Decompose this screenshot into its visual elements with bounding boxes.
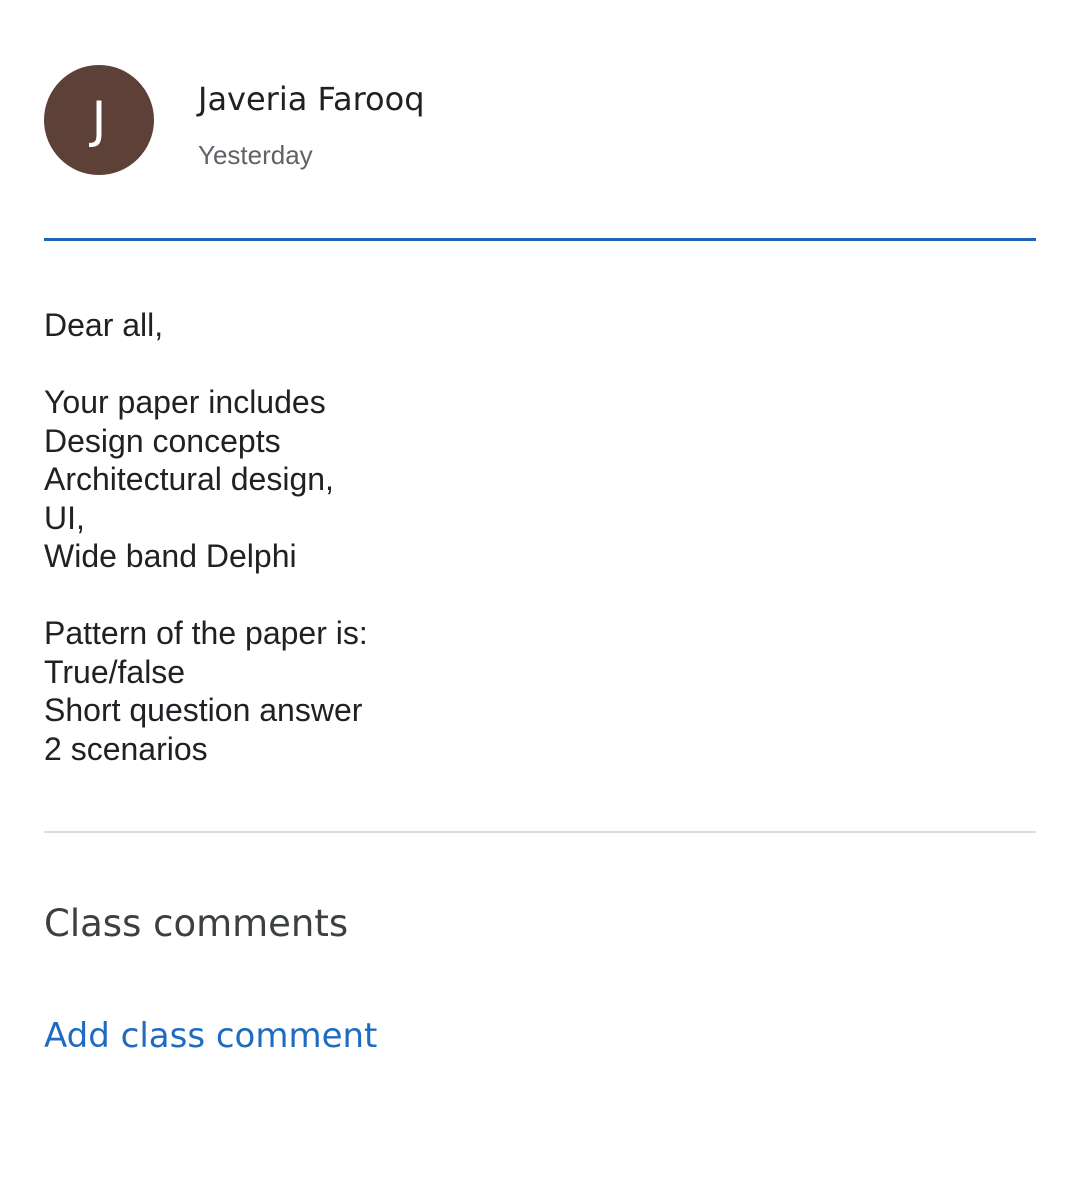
pattern-line: True/false bbox=[44, 653, 186, 690]
topics-line: UI, bbox=[44, 499, 85, 536]
class-comments-heading: Class comments bbox=[44, 902, 349, 945]
topics-line: Architectural design, bbox=[44, 461, 334, 497]
topics-paragraph: Your paper includes Design concepts Arch… bbox=[44, 383, 1036, 576]
topics-line: Wide band Delphi bbox=[44, 538, 297, 574]
author-name: Javeria Farooq bbox=[198, 80, 425, 118]
avatar-initial: J bbox=[91, 91, 107, 149]
comments-divider bbox=[44, 831, 1036, 833]
pattern-line: Short question answer bbox=[44, 692, 363, 728]
pattern-paragraph: Pattern of the paper is: True/false Shor… bbox=[44, 614, 1036, 768]
pattern-line: Pattern of the paper is: bbox=[44, 615, 368, 651]
greeting-line: Dear all, bbox=[44, 307, 164, 343]
avatar[interactable]: J bbox=[44, 65, 154, 175]
topics-line: Your paper includes bbox=[44, 384, 326, 420]
greeting-paragraph: Dear all, bbox=[44, 306, 1036, 345]
post-body: Dear all, Your paper includes Design con… bbox=[44, 306, 1036, 768]
add-class-comment-button[interactable]: Add class comment bbox=[44, 1015, 377, 1057]
post-date: Yesterday bbox=[198, 140, 313, 170]
topics-line: Design concepts bbox=[44, 422, 281, 459]
pattern-line: 2 scenarios bbox=[44, 730, 208, 767]
header-divider bbox=[44, 238, 1036, 241]
